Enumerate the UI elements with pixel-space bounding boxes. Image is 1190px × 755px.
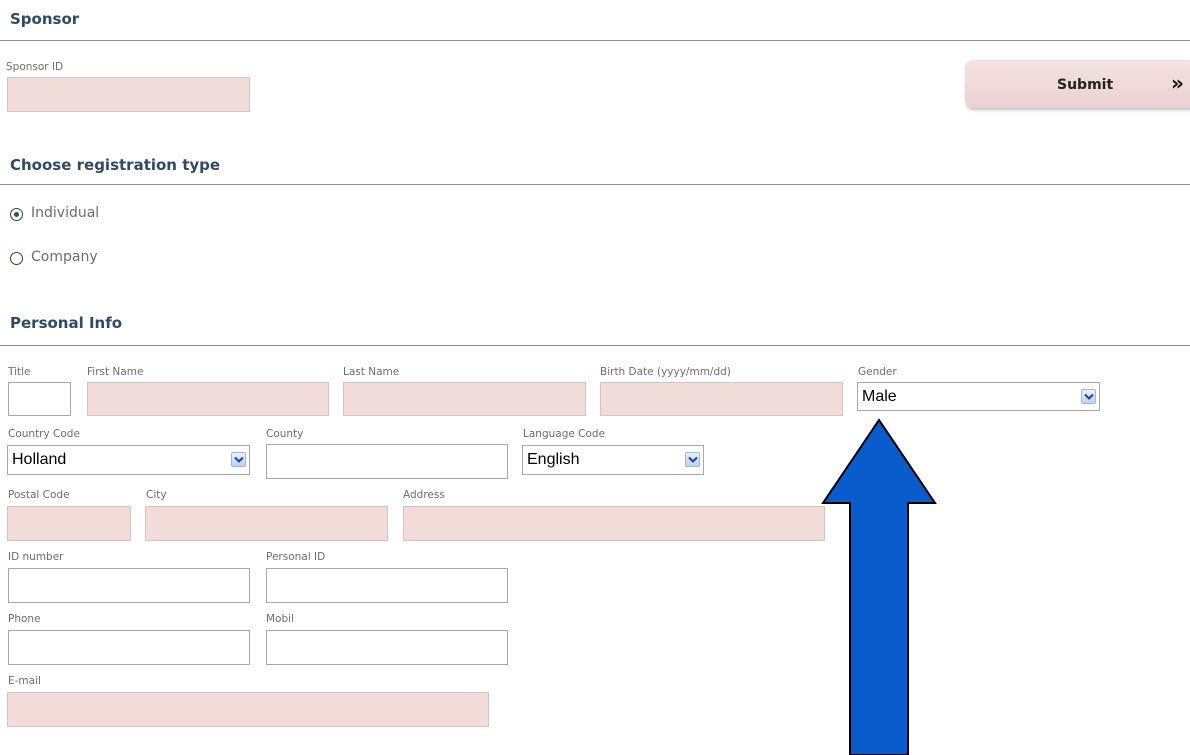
section-divider <box>0 345 1190 346</box>
radio-button-checked[interactable] <box>10 208 23 221</box>
language-code-label: Language Code <box>523 428 606 440</box>
section-title-registration: Choose registration type <box>10 156 221 174</box>
id-number-label: ID number <box>8 551 64 563</box>
city-label: City <box>146 489 167 501</box>
city-input[interactable] <box>145 506 388 541</box>
country-code-label: Country Code <box>8 428 80 440</box>
title-label: Title <box>8 366 31 378</box>
gender-label: Gender <box>858 366 897 378</box>
birth-date-input[interactable] <box>600 382 843 416</box>
last-name-label: Last Name <box>343 366 400 378</box>
postal-code-label: Postal Code <box>8 489 70 501</box>
radio-dot <box>14 212 19 217</box>
radio-label-company: Company <box>31 249 98 265</box>
personal-id-label: Personal ID <box>266 551 326 563</box>
phone-label: Phone <box>8 613 41 625</box>
country-code-select[interactable]: Holland <box>7 445 250 475</box>
phone-input[interactable] <box>8 630 250 665</box>
mobil-label: Mobil <box>266 613 294 625</box>
submit-button-label: Submit <box>1057 77 1114 93</box>
submit-button[interactable]: Submit » <box>965 60 1190 108</box>
first-name-input[interactable] <box>87 382 329 416</box>
gender-select[interactable]: Male <box>857 382 1100 411</box>
mobil-input[interactable] <box>266 630 508 665</box>
annotation-arrow-shape <box>821 418 937 755</box>
birth-date-label: Birth Date (yyyy/mm/dd) <box>600 366 731 378</box>
radio-button-unchecked[interactable] <box>10 252 23 265</box>
chevron-down-icon[interactable] <box>1081 389 1096 404</box>
language-code-select-value: English <box>527 451 580 468</box>
chevron-down-icon[interactable] <box>685 452 700 467</box>
country-code-select-value: Holland <box>12 451 67 468</box>
title-input[interactable] <box>8 382 71 416</box>
sponsor-id-label: Sponsor ID <box>6 61 64 73</box>
gender-select-value: Male <box>862 388 897 405</box>
chevron-down-icon[interactable] <box>231 452 246 467</box>
section-title-sponsor: Sponsor <box>10 10 80 28</box>
language-code-select[interactable]: English <box>522 445 704 475</box>
section-title-personal-info: Personal Info <box>10 314 123 332</box>
last-name-input[interactable] <box>343 382 586 416</box>
section-divider <box>0 184 1190 185</box>
address-label: Address <box>403 489 445 501</box>
annotation-arrow-up-icon <box>821 418 937 755</box>
email-input[interactable] <box>7 692 489 727</box>
first-name-label: First Name <box>87 366 144 378</box>
email-label: E-mail <box>8 675 41 687</box>
radio-label-individual: Individual <box>31 205 100 221</box>
double-chevron-right-icon: » <box>1171 71 1184 95</box>
sponsor-id-input[interactable] <box>7 77 250 112</box>
section-divider <box>0 40 1190 41</box>
address-input[interactable] <box>403 506 825 541</box>
county-input[interactable] <box>266 444 508 479</box>
personal-id-input[interactable] <box>266 568 508 603</box>
county-label: County <box>266 428 304 440</box>
id-number-input[interactable] <box>8 568 250 603</box>
postal-code-input[interactable] <box>7 506 131 541</box>
